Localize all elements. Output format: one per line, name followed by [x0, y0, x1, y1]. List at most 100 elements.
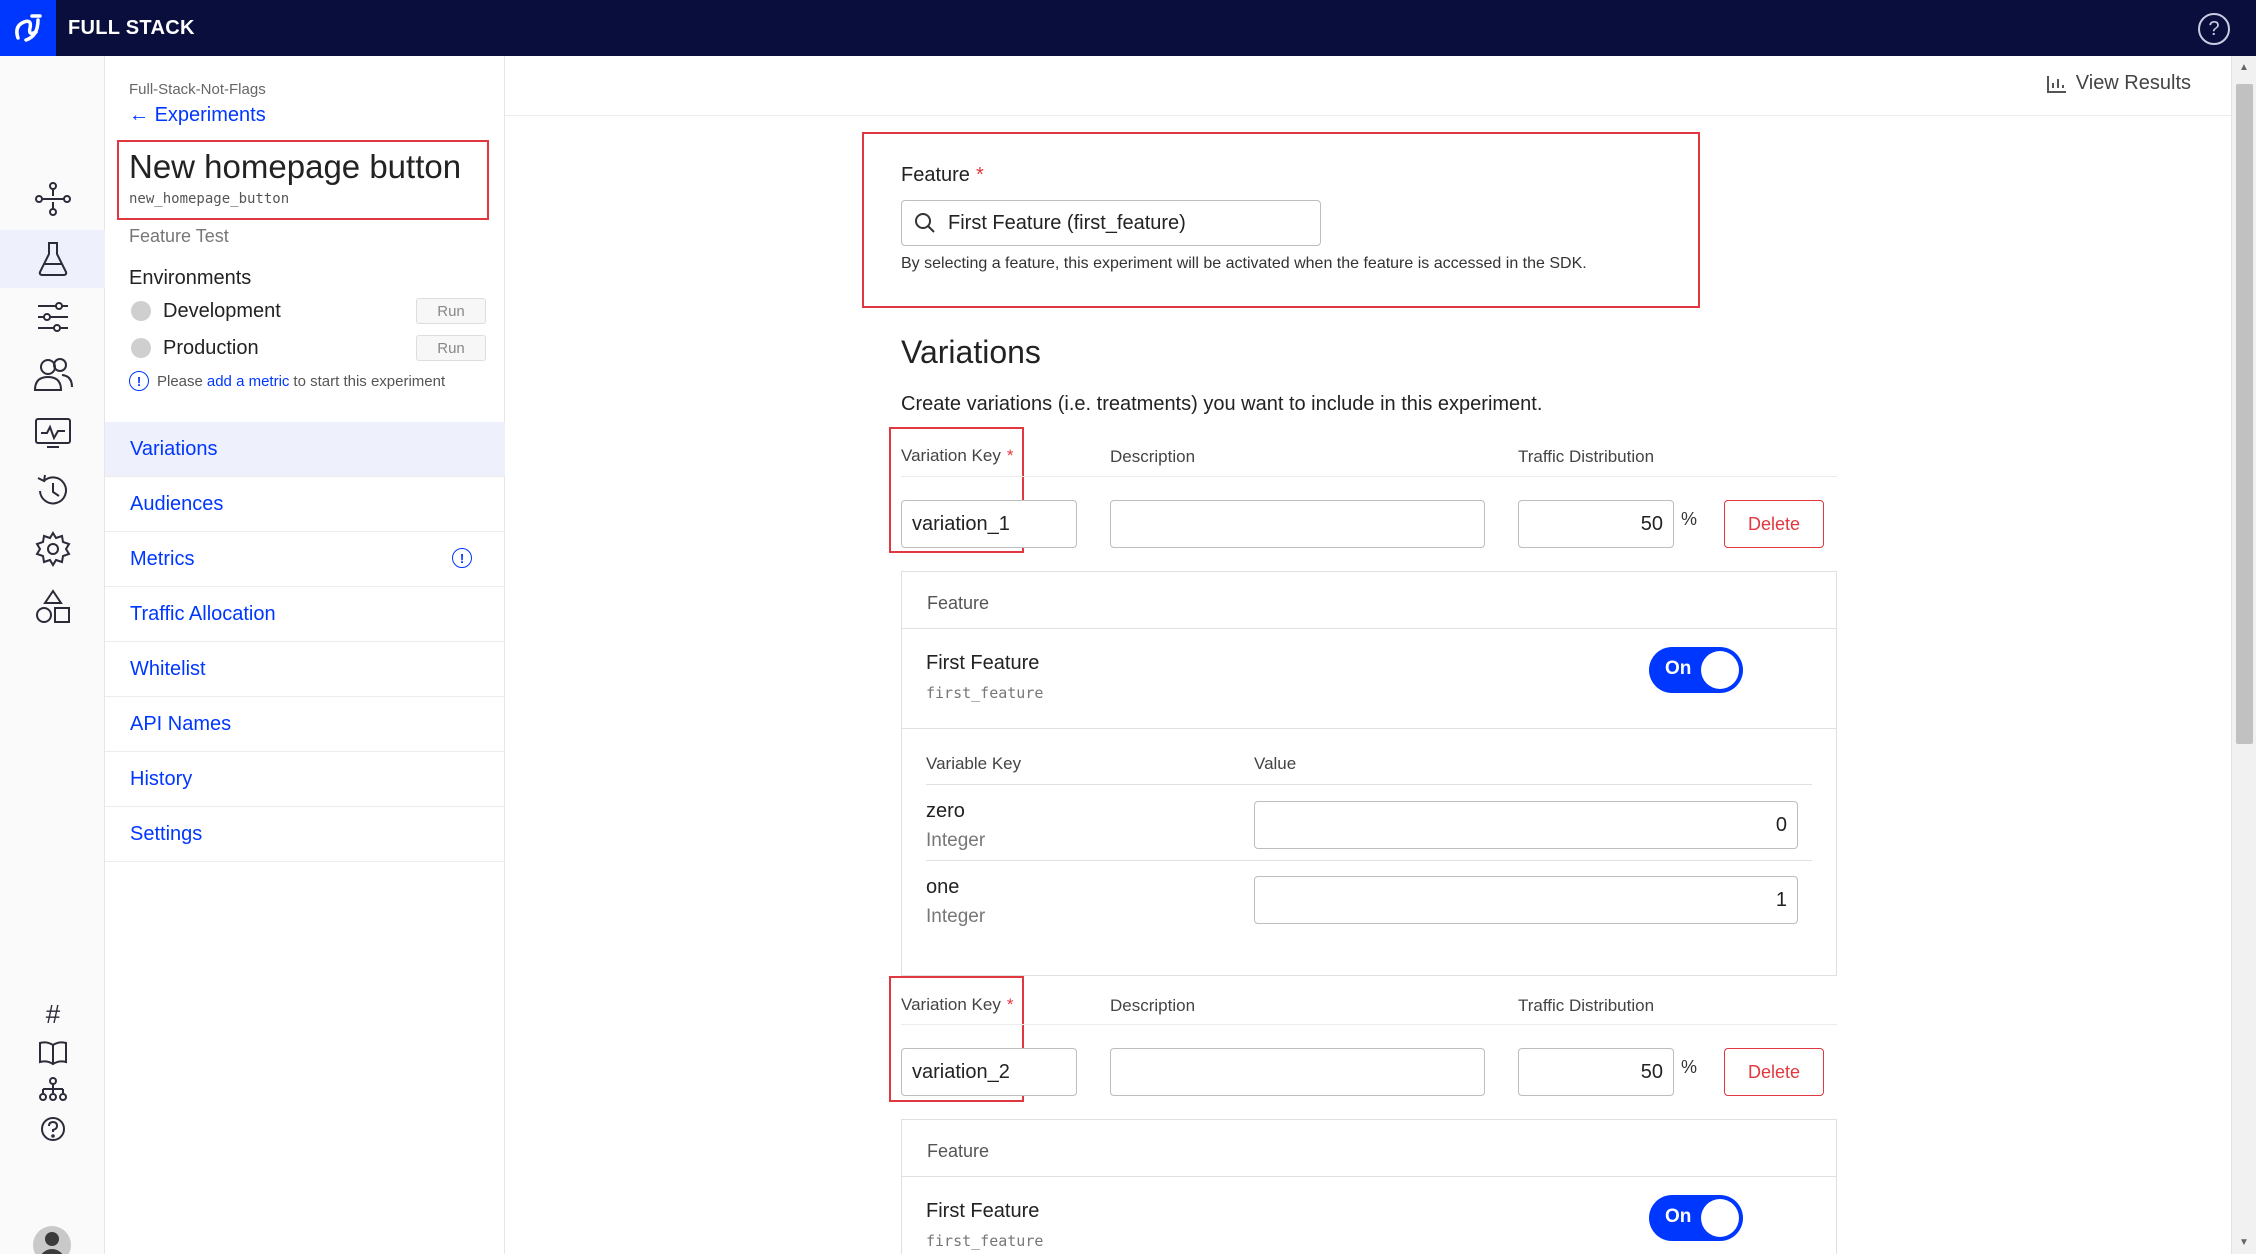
add-metric-link[interactable]: add a metric	[207, 373, 290, 390]
feature-label-text: Feature	[901, 164, 970, 186]
variable-key: one	[926, 876, 960, 898]
divider	[902, 628, 1836, 629]
column-description: Description	[1110, 996, 1196, 1015]
status-dot-icon	[131, 338, 151, 358]
nav-whitelist[interactable]: Whitelist	[105, 642, 505, 697]
gear-icon[interactable]	[30, 526, 76, 572]
scrollbar[interactable]: ▲ ▼	[2231, 56, 2256, 1254]
column-traffic: Traffic Distribution	[1518, 447, 1655, 466]
flask-icon[interactable]	[0, 230, 105, 288]
environment-name: Development	[163, 299, 281, 322]
feature-key: first_feature	[926, 684, 1044, 702]
required-mark: *	[975, 164, 984, 186]
nav-audiences[interactable]: Audiences	[105, 477, 505, 532]
delete-variation-button[interactable]: Delete	[1724, 500, 1824, 548]
experiment-sidebar: Full-Stack-Not-Flags ← Experiments New h…	[105, 56, 505, 1254]
toggle-label: On	[1665, 658, 1692, 679]
column-description: Description	[1110, 447, 1196, 466]
feature-toggle[interactable]: On	[1649, 647, 1743, 693]
variations-heading: Variations	[901, 334, 1041, 370]
divider	[901, 1024, 1837, 1025]
branch-icon[interactable]	[30, 176, 76, 222]
nav-traffic-allocation[interactable]: Traffic Allocation	[105, 587, 505, 642]
info-icon: !	[129, 371, 149, 391]
metric-hint: ! Please add a metric to start this expe…	[129, 371, 445, 391]
logo-icon[interactable]	[0, 0, 56, 56]
users-icon[interactable]	[30, 352, 76, 398]
toggle-knob	[1701, 651, 1739, 689]
icon-rail: #	[0, 56, 105, 1254]
environment-row: Development Run	[131, 297, 491, 325]
panel-feature-header: Feature	[927, 1141, 990, 1161]
arrow-left-icon: ←	[129, 104, 149, 126]
avatar[interactable]	[33, 1226, 71, 1254]
nav-api-names[interactable]: API Names	[105, 697, 505, 752]
monitor-icon[interactable]	[30, 410, 76, 456]
sliders-icon[interactable]	[30, 294, 76, 340]
required-mark: *	[1006, 995, 1014, 1014]
feature-value: First Feature (first_feature)	[948, 211, 1186, 234]
variation-feature-panel: Feature First Feature first_feature On V…	[901, 571, 1837, 976]
run-development-button[interactable]: Run	[416, 298, 486, 324]
feature-help-text: By selecting a feature, this experiment …	[901, 255, 1587, 272]
traffic-input[interactable]: 50	[1518, 1048, 1674, 1096]
description-input[interactable]	[1110, 500, 1485, 548]
column-traffic: Traffic Distribution	[1518, 996, 1655, 1015]
feature-search-input[interactable]: First Feature (first_feature)	[901, 200, 1321, 246]
description-input[interactable]	[1110, 1048, 1485, 1096]
variable-type: Integer	[926, 830, 986, 851]
column-key-text: Variation Key	[901, 995, 1001, 1014]
variation-key-input[interactable]: variation_1	[901, 500, 1077, 548]
delete-variation-button[interactable]: Delete	[1724, 1048, 1824, 1096]
variable-key: zero	[926, 800, 965, 822]
toggle-knob	[1701, 1199, 1739, 1237]
bar-chart-icon	[2046, 75, 2066, 93]
divider	[902, 1176, 1836, 1177]
search-icon	[915, 213, 935, 233]
back-to-experiments-link[interactable]: ← Experiments	[129, 104, 266, 127]
scrollbar-thumb[interactable]	[2236, 84, 2253, 744]
help-circle-icon[interactable]	[30, 1106, 76, 1152]
view-results-label: View Results	[2075, 72, 2191, 94]
shapes-icon[interactable]	[30, 584, 76, 630]
experiment-type: Feature Test	[129, 226, 229, 246]
run-production-button[interactable]: Run	[416, 335, 486, 361]
variable-value-input[interactable]: 0	[1254, 801, 1798, 849]
hint-prefix: Please	[157, 372, 203, 390]
back-label: Experiments	[154, 104, 266, 126]
feature-label: Feature *	[901, 164, 984, 187]
divider	[926, 784, 1812, 785]
experiment-key: new_homepage_button	[129, 191, 290, 207]
environment-name: Production	[163, 336, 259, 359]
view-results-button[interactable]: View Results	[2046, 72, 2191, 95]
warning-icon: !	[452, 548, 472, 568]
divider	[926, 860, 1812, 861]
required-mark: *	[1006, 446, 1014, 465]
divider	[901, 476, 1837, 477]
hint-suffix: to start this experiment	[293, 372, 446, 390]
panel-feature-header: Feature	[927, 593, 990, 613]
nav-settings[interactable]: Settings	[105, 807, 505, 862]
feature-key: first_feature	[926, 1232, 1044, 1250]
nav-history[interactable]: History	[105, 752, 505, 807]
column-variation-key: Variation Key *	[901, 995, 1013, 1015]
nav-metrics-label: Metrics	[130, 547, 195, 570]
variable-value-input[interactable]: 1	[1254, 876, 1798, 924]
main-content: View Results Feature * First Feature (fir…	[505, 56, 2231, 1254]
top-bar: FULL STACK ?	[0, 0, 2256, 56]
nav-metrics[interactable]: Metrics !	[105, 532, 505, 587]
environments-label: Environments	[129, 267, 252, 289]
variation-key-input[interactable]: variation_2	[901, 1048, 1077, 1096]
help-icon[interactable]: ?	[2198, 13, 2230, 45]
feature-toggle[interactable]: On	[1649, 1195, 1743, 1241]
toggle-label: On	[1665, 1206, 1692, 1227]
history-icon[interactable]	[30, 468, 76, 514]
column-variable-key: Variable Key	[926, 754, 1022, 773]
scroll-up-icon[interactable]: ▲	[2239, 62, 2249, 73]
scroll-down-icon[interactable]: ▼	[2239, 1237, 2249, 1248]
column-key-text: Variation Key	[901, 446, 1001, 465]
status-dot-icon	[131, 301, 151, 321]
traffic-input[interactable]: 50	[1518, 500, 1674, 548]
divider	[902, 728, 1836, 729]
nav-variations[interactable]: Variations	[105, 422, 505, 477]
